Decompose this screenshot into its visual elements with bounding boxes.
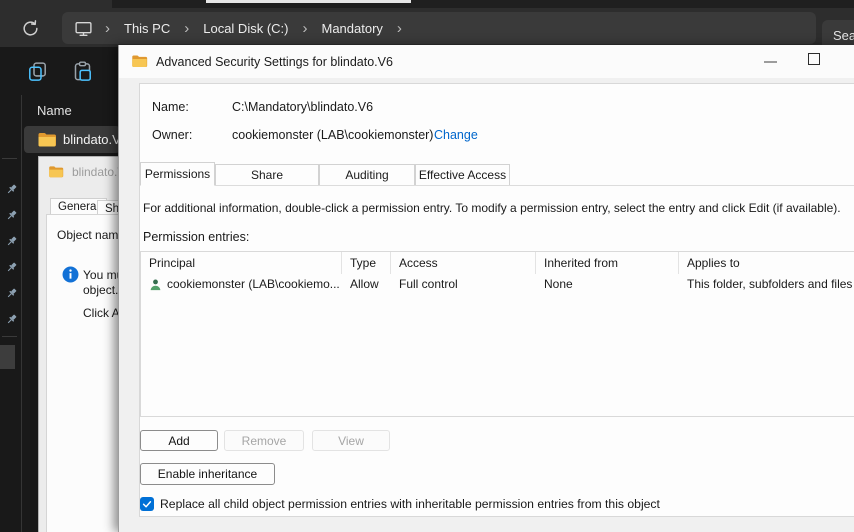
copy-icon[interactable] bbox=[26, 60, 48, 82]
dialog-content-panel: Name: C:\Mandatory\blindato.V6 Owner: co… bbox=[139, 83, 854, 517]
column-header-access[interactable]: Access bbox=[391, 252, 536, 274]
name-label: Name: bbox=[152, 100, 189, 114]
breadcrumb-mandatory[interactable]: Mandatory bbox=[319, 17, 384, 40]
column-header-inherited-from[interactable]: Inherited from bbox=[536, 252, 679, 274]
nav-selected-item[interactable] bbox=[0, 345, 15, 369]
address-bar-row: This PC Local Disk (C:) Mandatory Sea bbox=[0, 8, 854, 52]
tab-auditing[interactable]: Auditing bbox=[319, 164, 415, 185]
info-text-line2: object. bbox=[83, 283, 119, 297]
folder-icon bbox=[131, 53, 148, 70]
folder-icon bbox=[48, 164, 64, 180]
change-owner-link[interactable]: Change bbox=[434, 128, 478, 142]
info-icon bbox=[62, 266, 79, 283]
owner-label: Owner: bbox=[152, 128, 193, 142]
nav-divider bbox=[2, 336, 17, 337]
pin-icon[interactable] bbox=[4, 235, 18, 249]
explorer-tab-strip bbox=[0, 0, 854, 8]
breadcrumb[interactable]: This PC Local Disk (C:) Mandatory bbox=[62, 12, 816, 44]
owner-value: cookiemonster (LAB\cookiemonster) bbox=[232, 128, 434, 142]
name-value: C:\Mandatory\blindato.V6 bbox=[232, 100, 374, 114]
paste-icon[interactable] bbox=[71, 60, 93, 82]
chevron-right-icon bbox=[302, 21, 307, 36]
maximize-button[interactable] bbox=[808, 53, 820, 65]
column-header-applies-to[interactable]: Applies to bbox=[679, 252, 854, 274]
instruction-text: For additional information, double-click… bbox=[143, 201, 841, 215]
pin-icon[interactable] bbox=[4, 183, 18, 197]
chevron-right-icon bbox=[105, 21, 110, 36]
nav-divider bbox=[2, 158, 17, 159]
advanced-security-dialog: Advanced Security Settings for blindato.… bbox=[118, 45, 854, 532]
user-icon bbox=[149, 278, 162, 291]
security-tabs: Permissions Share Auditing Effective Acc… bbox=[140, 162, 854, 186]
column-header-name[interactable]: Name bbox=[37, 103, 72, 118]
breadcrumb-local-disk[interactable]: Local Disk (C:) bbox=[201, 17, 290, 40]
add-button[interactable]: Add bbox=[140, 430, 218, 451]
this-pc-icon bbox=[74, 19, 93, 38]
permission-entry-row[interactable]: cookiemonster (LAB\cookiemo... Allow Ful… bbox=[141, 274, 854, 295]
entry-principal: cookiemonster (LAB\cookiemo... bbox=[167, 277, 340, 291]
folder-icon bbox=[37, 130, 57, 150]
breadcrumb-this-pc[interactable]: This PC bbox=[122, 17, 172, 40]
file-row-blindato[interactable]: blindato.V6 bbox=[24, 126, 128, 153]
entry-inherited-from: None bbox=[544, 277, 573, 291]
minimize-button[interactable] bbox=[764, 61, 777, 63]
replace-permissions-label: Replace all child object permission entr… bbox=[160, 497, 660, 511]
tab-share[interactable]: Share bbox=[215, 164, 319, 185]
entry-applies-to: This folder, subfolders and files bbox=[687, 277, 853, 291]
pin-icon[interactable] bbox=[4, 209, 18, 223]
dialog-title-bar[interactable]: Advanced Security Settings for blindato.… bbox=[119, 45, 854, 78]
background-window-edge bbox=[206, 0, 411, 3]
pin-icon[interactable] bbox=[4, 313, 18, 327]
chevron-right-icon bbox=[397, 21, 402, 36]
list-header-row: Principal Type Access Inherited from App… bbox=[141, 252, 854, 274]
dialog-title: Advanced Security Settings for blindato.… bbox=[156, 54, 393, 69]
column-header-type[interactable]: Type bbox=[342, 252, 391, 274]
active-tab-edge bbox=[0, 0, 112, 8]
permission-entries-label: Permission entries: bbox=[143, 230, 250, 244]
pane-divider bbox=[21, 95, 22, 532]
refresh-icon[interactable] bbox=[20, 18, 40, 38]
tab-permissions[interactable]: Permissions bbox=[140, 162, 215, 186]
pin-icon[interactable] bbox=[4, 261, 18, 275]
pin-icon[interactable] bbox=[4, 287, 18, 301]
chevron-right-icon bbox=[184, 21, 189, 36]
column-header-principal[interactable]: Principal bbox=[141, 252, 342, 274]
permission-entries-list: Principal Type Access Inherited from App… bbox=[140, 251, 854, 417]
replace-permissions-row: Replace all child object permission entr… bbox=[140, 497, 660, 511]
enable-inheritance-button[interactable]: Enable inheritance bbox=[140, 463, 275, 485]
replace-permissions-checkbox[interactable] bbox=[140, 497, 154, 511]
entry-type: Allow bbox=[350, 277, 379, 291]
object-name-label: Object name bbox=[57, 228, 126, 242]
remove-button[interactable]: Remove bbox=[224, 430, 304, 451]
tab-effective-access[interactable]: Effective Access bbox=[415, 164, 510, 185]
entry-access: Full control bbox=[399, 277, 458, 291]
view-button[interactable]: View bbox=[312, 430, 390, 451]
